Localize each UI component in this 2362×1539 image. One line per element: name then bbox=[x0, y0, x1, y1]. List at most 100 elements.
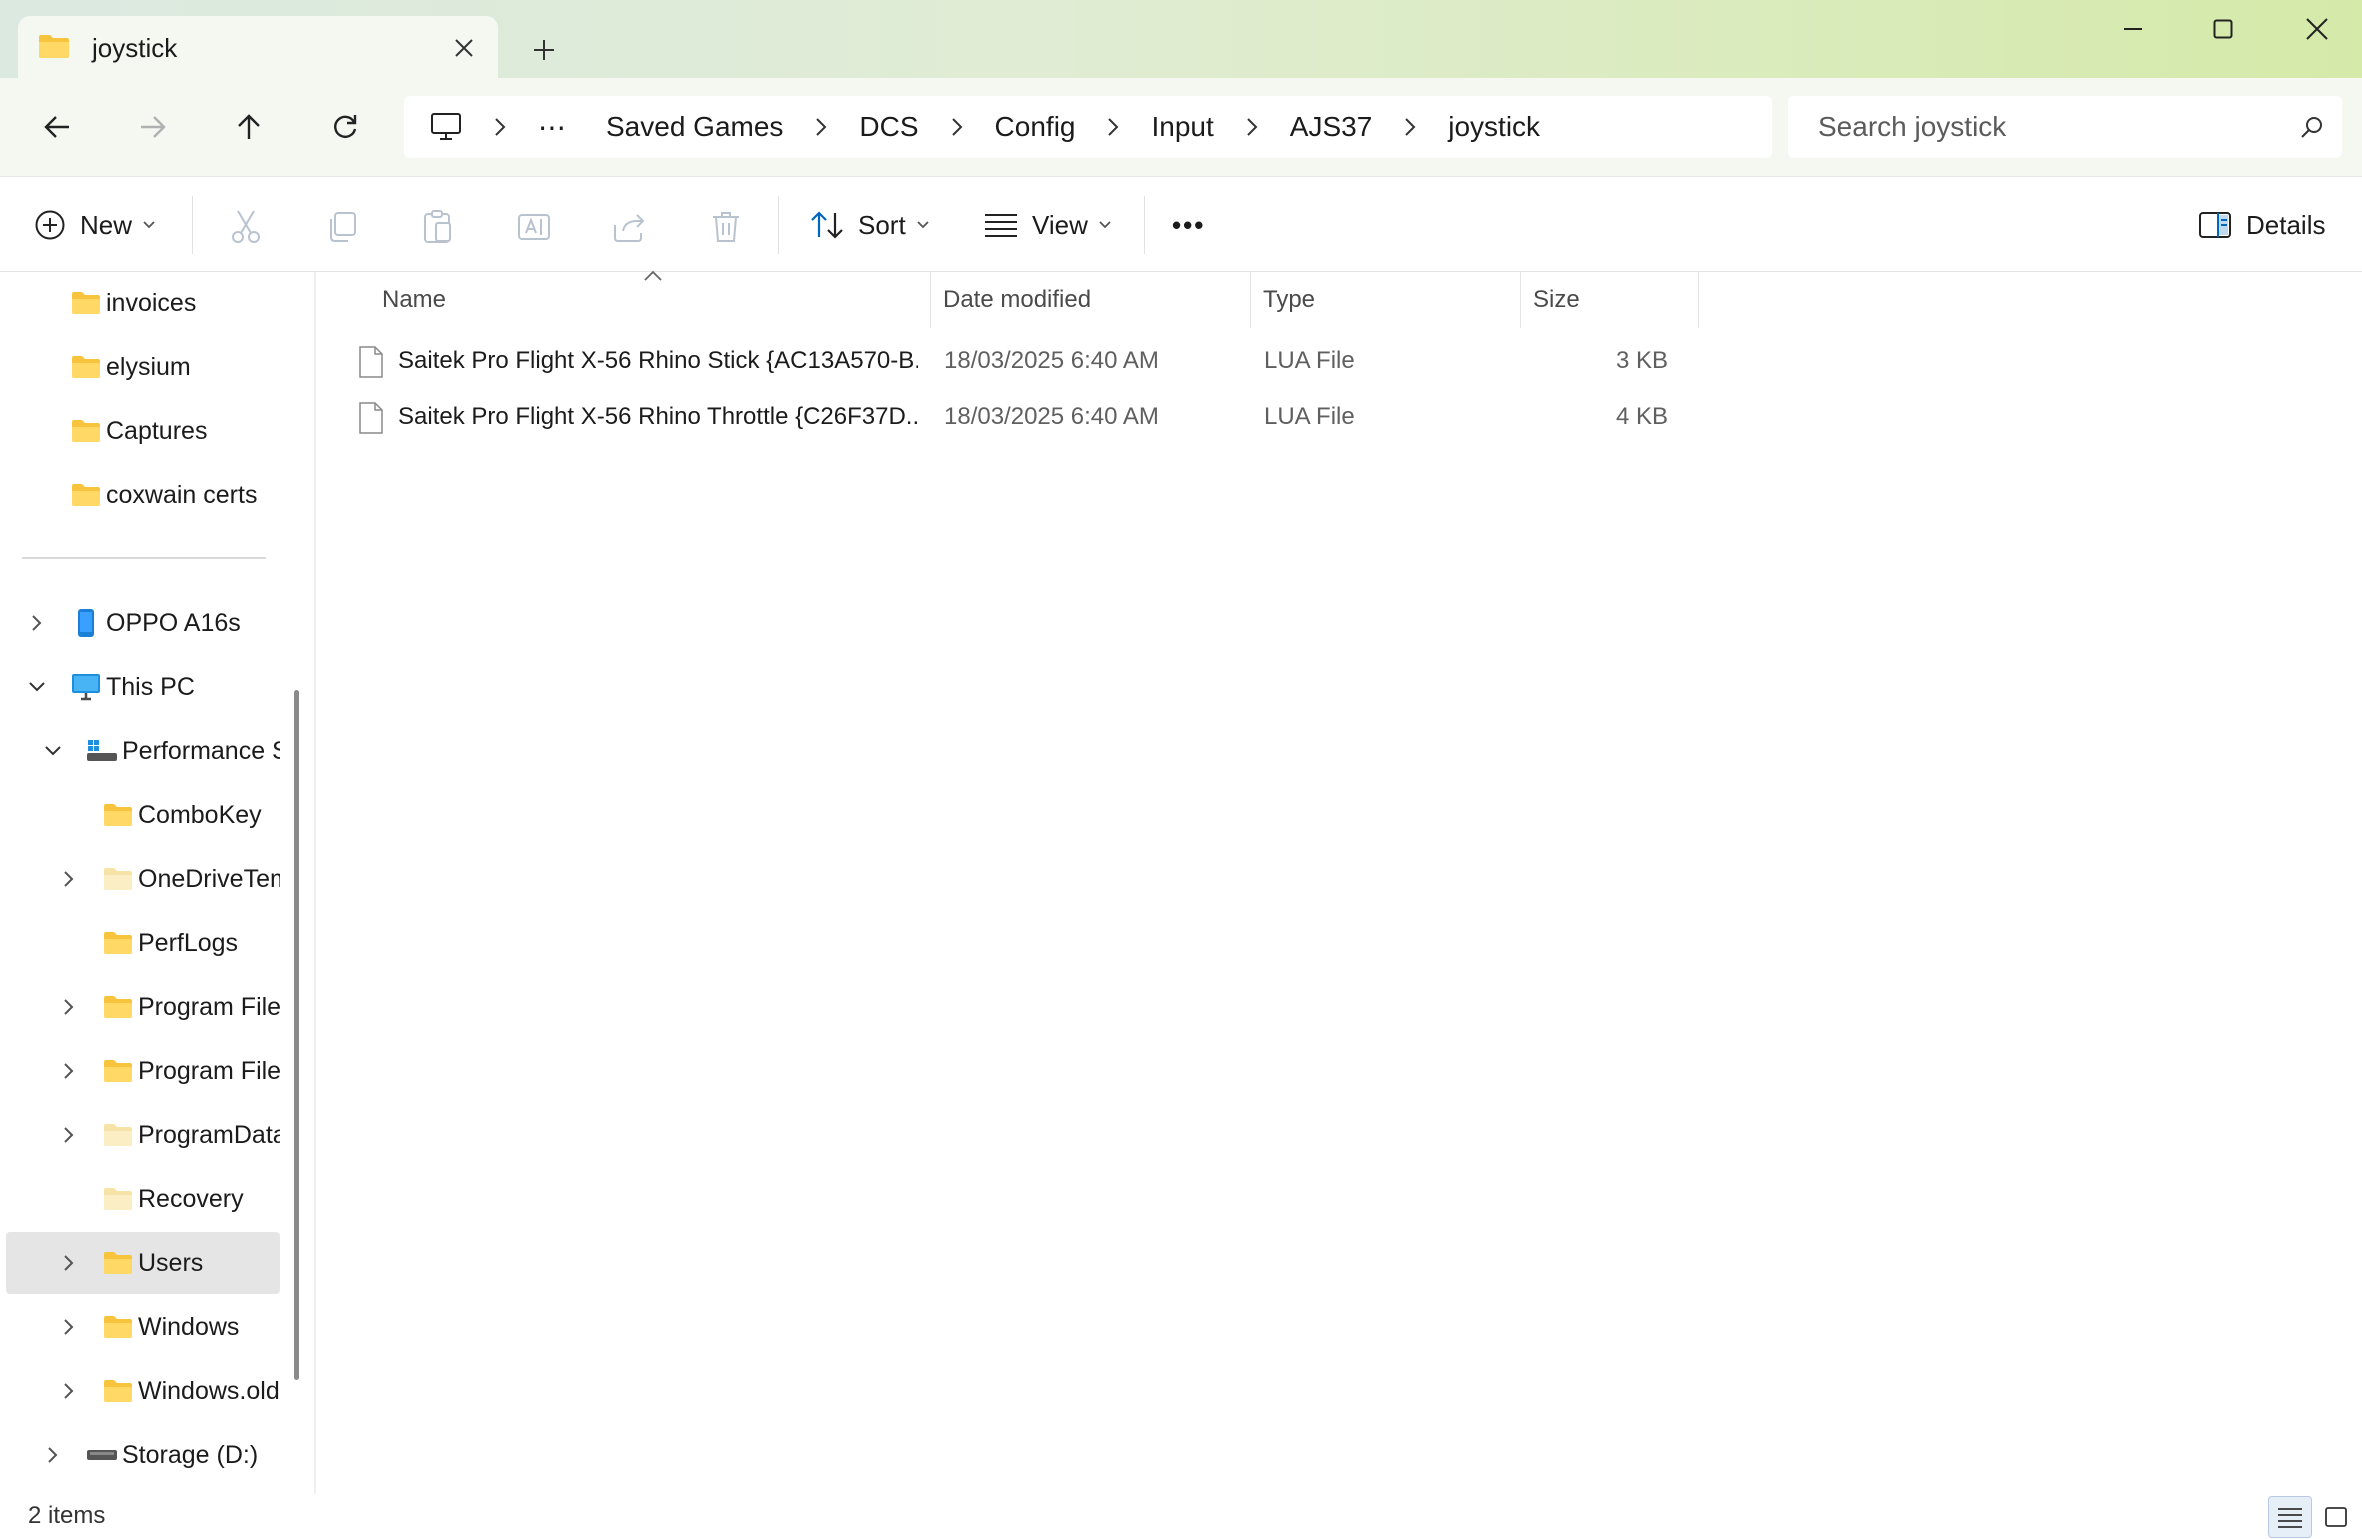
search-icon[interactable] bbox=[2282, 115, 2342, 139]
sidebar-item-program-files[interactable]: Program Files bbox=[6, 976, 280, 1038]
sidebar-item-onedrivetemp[interactable]: OneDriveTemp bbox=[6, 848, 280, 910]
close-window-button[interactable] bbox=[2272, 0, 2362, 58]
chevron-right-icon[interactable] bbox=[54, 1120, 84, 1150]
details-view-button[interactable] bbox=[2268, 1496, 2312, 1538]
item-count: 2 items bbox=[28, 1502, 106, 1529]
sidebar-item-label: This PC bbox=[106, 672, 195, 701]
sidebar-item-elysium[interactable]: elysium bbox=[6, 336, 280, 398]
chevron-down-icon bbox=[917, 221, 929, 229]
close-icon bbox=[2306, 18, 2328, 40]
more-options-button[interactable]: ••• bbox=[1172, 195, 1205, 255]
folder-icon bbox=[102, 1056, 134, 1086]
chevron-right-icon[interactable] bbox=[54, 1056, 84, 1086]
new-button[interactable]: New bbox=[34, 195, 156, 255]
search-box[interactable] bbox=[1788, 96, 2342, 158]
sidebar-item-this-pc[interactable]: This PC bbox=[6, 656, 280, 718]
details-pane-button[interactable]: Details bbox=[2198, 195, 2325, 255]
chevron-right-icon[interactable] bbox=[1382, 117, 1438, 137]
large-icons-view-button[interactable] bbox=[2314, 1496, 2358, 1538]
toolbar-divider bbox=[1144, 196, 1145, 254]
command-bar: New Sort View ••• Details bbox=[0, 176, 2362, 272]
chevron-right-icon[interactable] bbox=[1224, 117, 1280, 137]
rename-icon bbox=[518, 214, 550, 240]
chevron-right-icon[interactable] bbox=[54, 992, 84, 1022]
refresh-button[interactable] bbox=[314, 96, 376, 158]
sidebar-item-programdata[interactable]: ProgramData bbox=[6, 1104, 280, 1166]
chevron-down-icon[interactable] bbox=[22, 672, 52, 702]
sidebar-item-storage-d[interactable]: Storage (D:) bbox=[6, 1424, 280, 1486]
minimize-button[interactable] bbox=[2088, 0, 2178, 58]
table-row[interactable]: Saitek Pro Flight X-56 Rhino Stick {AC13… bbox=[358, 334, 2028, 388]
chevron-right-icon[interactable] bbox=[54, 1376, 84, 1406]
close-tab-button[interactable] bbox=[442, 26, 486, 70]
table-row[interactable]: Saitek Pro Flight X-56 Rhino Throttle {C… bbox=[358, 390, 2028, 444]
share-button[interactable] bbox=[604, 201, 656, 253]
sidebar-item-recovery[interactable]: Recovery bbox=[6, 1168, 280, 1230]
navigation-pane: invoices elysium Captures coxwain certs … bbox=[0, 272, 296, 1494]
column-header-label: Type bbox=[1263, 286, 1316, 313]
chevron-right-icon[interactable] bbox=[54, 1248, 84, 1278]
chevron-right-icon[interactable] bbox=[54, 864, 84, 894]
breadcrumb-item[interactable]: DCS bbox=[849, 111, 928, 143]
tab-title: joystick bbox=[92, 32, 178, 63]
breadcrumb-item[interactable]: Config bbox=[985, 111, 1086, 143]
copy-button[interactable] bbox=[316, 201, 368, 253]
sidebar-item-captures[interactable]: Captures bbox=[6, 400, 280, 462]
sidebar-scrollbar[interactable] bbox=[296, 272, 316, 1494]
chevron-right-icon[interactable] bbox=[38, 1440, 68, 1470]
sidebar-item-coxwain-certs[interactable]: coxwain certs bbox=[6, 464, 280, 526]
column-header-name[interactable]: Name bbox=[370, 272, 730, 328]
maximize-button[interactable] bbox=[2178, 0, 2268, 58]
back-button[interactable] bbox=[26, 96, 88, 158]
paste-button[interactable] bbox=[412, 201, 464, 253]
chevron-right-icon[interactable] bbox=[793, 117, 849, 137]
sidebar-item-perflogs[interactable]: PerfLogs bbox=[6, 912, 280, 974]
breadcrumb-item[interactable]: Input bbox=[1141, 111, 1223, 143]
sidebar-item-invoices[interactable]: invoices bbox=[6, 272, 280, 334]
sidebar-item-windows[interactable]: Windows bbox=[6, 1296, 280, 1358]
plus-icon bbox=[534, 40, 554, 60]
breadcrumb-item[interactable]: Saved Games bbox=[596, 111, 793, 143]
chevron-right-icon[interactable] bbox=[22, 608, 52, 638]
phone-icon bbox=[70, 608, 102, 638]
chevron-right-icon[interactable] bbox=[472, 117, 528, 137]
sidebar-item-users[interactable]: Users bbox=[6, 1232, 280, 1294]
search-input[interactable] bbox=[1818, 111, 2282, 143]
rename-button[interactable] bbox=[508, 201, 560, 253]
column-header-type[interactable]: Type bbox=[1251, 272, 1511, 328]
breadcrumb-overflow[interactable]: ⋯ bbox=[528, 111, 576, 144]
chevron-down-icon[interactable] bbox=[38, 736, 68, 766]
chevron-right-icon[interactable] bbox=[1085, 117, 1141, 137]
file-icon bbox=[359, 346, 383, 378]
forward-button[interactable] bbox=[122, 96, 184, 158]
delete-button[interactable] bbox=[700, 201, 752, 253]
sidebar-item-label: Storage (D:) bbox=[122, 1440, 259, 1469]
refresh-icon bbox=[334, 115, 357, 138]
column-resize-handle[interactable] bbox=[1698, 272, 1699, 328]
column-header-size[interactable]: Size bbox=[1521, 272, 1691, 328]
chevron-right-icon[interactable] bbox=[54, 1312, 84, 1342]
up-button[interactable] bbox=[218, 96, 280, 158]
file-date: 18/03/2025 6:40 AM bbox=[944, 403, 1159, 430]
folder-icon bbox=[70, 480, 102, 510]
sidebar-item-combokey[interactable]: ComboKey bbox=[6, 784, 280, 846]
sidebar-scrollbar-thumb[interactable] bbox=[294, 690, 299, 1380]
toolbar-divider bbox=[192, 196, 193, 254]
arrow-up-icon bbox=[238, 114, 260, 139]
tab-joystick[interactable]: joystick bbox=[18, 16, 498, 80]
sidebar-item-label: OneDriveTemp bbox=[138, 864, 280, 893]
sidebar-item-oppo-a16s[interactable]: OPPO A16s bbox=[6, 592, 280, 654]
list-view-icon bbox=[985, 214, 1017, 237]
column-header-date[interactable]: Date modified bbox=[931, 272, 1231, 328]
sort-button[interactable]: Sort bbox=[810, 195, 930, 255]
view-button[interactable]: View bbox=[984, 195, 1112, 255]
new-tab-button[interactable] bbox=[520, 26, 568, 74]
sidebar-item-program-files-x86[interactable]: Program Files (x86) bbox=[6, 1040, 280, 1102]
cut-button[interactable] bbox=[220, 201, 272, 253]
sidebar-item-windows-old[interactable]: Windows.old bbox=[6, 1360, 280, 1422]
chevron-right-icon[interactable] bbox=[929, 117, 985, 137]
address-bar[interactable]: ⋯ Saved Games DCS Config Input AJS37 joy… bbox=[404, 96, 1772, 158]
breadcrumb-item[interactable]: AJS37 bbox=[1280, 111, 1383, 143]
breadcrumb-current[interactable]: joystick bbox=[1438, 111, 1550, 143]
sidebar-item-performance-drive[interactable]: Performance SS bbox=[6, 720, 280, 782]
